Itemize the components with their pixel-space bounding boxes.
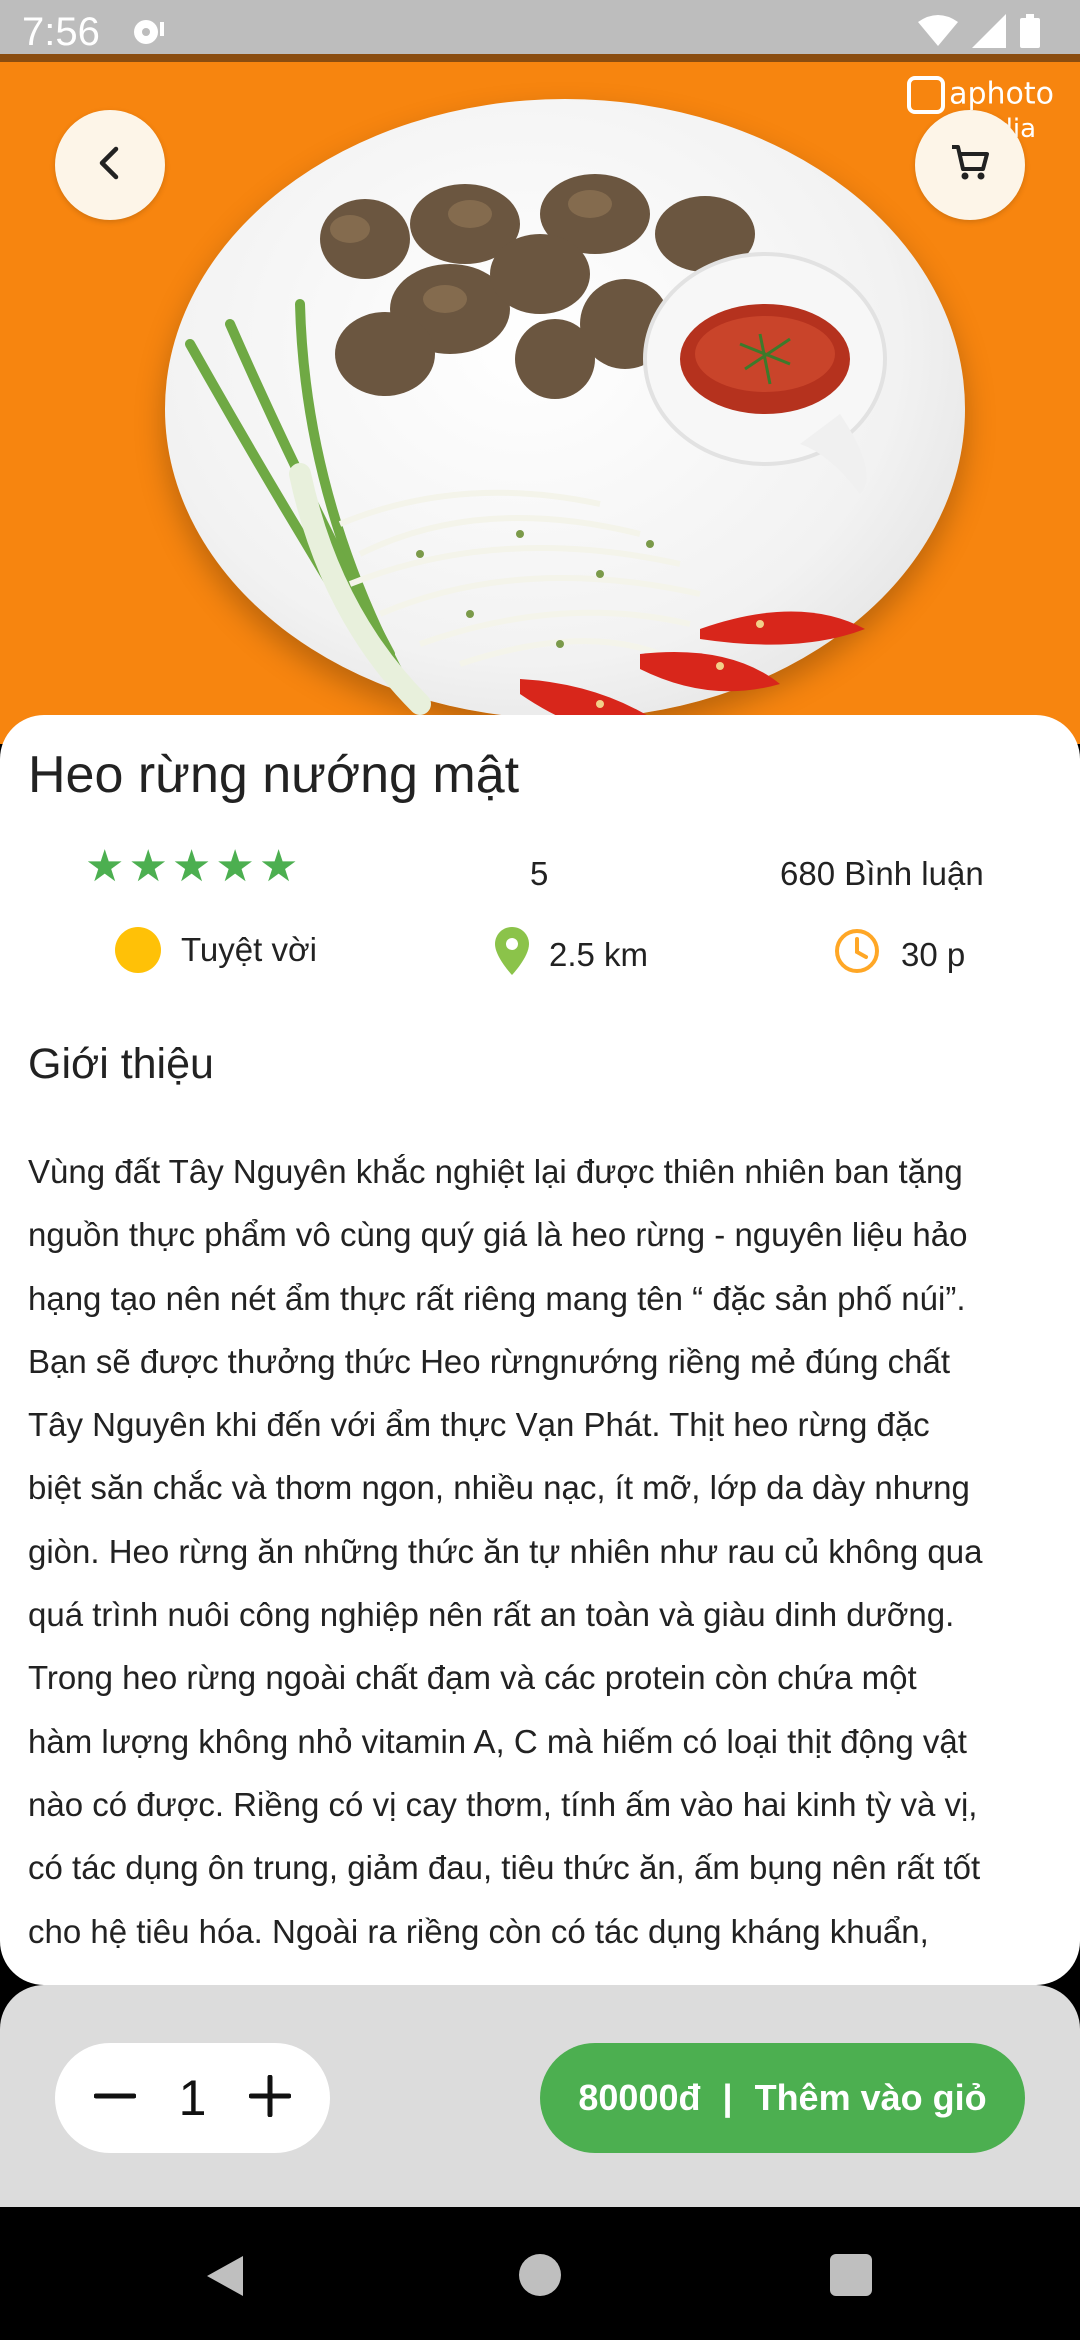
decrease-button[interactable] (85, 2068, 145, 2128)
description-line: cho hệ tiêu hóa. Ngoài ra riềng còn có t… (28, 1912, 929, 1950)
nav-back-icon[interactable] (205, 2254, 245, 2303)
description-line: nào có được. Riềng có vị cay thơm, tính … (28, 1785, 978, 1823)
star-icon: ★ (128, 842, 168, 891)
comments-count[interactable]: 680 Bình luận (780, 855, 984, 893)
chevron-left-icon (90, 143, 130, 188)
battery-icon (1020, 14, 1040, 53)
wifi-icon (918, 14, 958, 53)
quality-label: Tuyệt vời (181, 931, 317, 968)
increase-button[interactable] (240, 2068, 300, 2128)
time-info: 30 p (833, 927, 965, 983)
distance-label: 2.5 km (549, 936, 649, 973)
add-to-cart-label: Thêm vào giỏ (754, 2077, 987, 2118)
description-line: hàm lượng không nhỏ vitamin A, C mà hiếm… (28, 1722, 967, 1760)
sync-icon (130, 14, 166, 55)
rating-value: 5 (530, 855, 549, 892)
star-icon: ★ (215, 842, 255, 891)
intro-heading: Giới thiệu (28, 1040, 214, 1088)
description-line: Vùng đất Tây Nguyên khắc nghiệt lại được… (28, 1153, 963, 1190)
status-time: 7:56 (22, 10, 100, 54)
description-line: hạng tạo nên nét ẩm thực rất riêng mang … (28, 1279, 966, 1317)
status-icons (918, 14, 1040, 53)
quantity-value: 1 (178, 2070, 207, 2126)
distance-info: 2.5 km (495, 927, 648, 983)
nav-home-icon[interactable] (519, 2254, 561, 2296)
dish-detail-card: Heo rừng nướng mật ★ ★ ★ ★ ★ 5 680 Bình … (0, 715, 1080, 1985)
price-label: 80000đ (578, 2077, 701, 2118)
plus-icon (248, 2074, 292, 2122)
description-line: biệt săn chắc và thơm ngon, nhiều nạc, í… (28, 1469, 970, 1507)
system-nav-bar (0, 2207, 1080, 2340)
time-label: 30 p (901, 936, 966, 973)
back-button[interactable] (55, 110, 165, 220)
signal-icon (972, 14, 1006, 53)
quality-info: Tuyệt vời (115, 927, 317, 973)
location-pin-icon (495, 927, 529, 983)
description-line: Bạn sẽ được thưởng thức Heo rừngnướng ri… (28, 1342, 951, 1380)
price-separator: | (722, 2077, 733, 2118)
cart-button[interactable] (915, 110, 1025, 220)
minus-icon (93, 2075, 137, 2122)
description-line: giòn. Heo rừng ăn những thức ăn tự nhiên… (28, 1532, 983, 1570)
description-line: Trong heo rừng ngoài chất đạm và các pro… (28, 1659, 917, 1697)
description-line: nguồn thực phẩm vô cùng quý giá là heo r… (28, 1216, 968, 1254)
star-icon: ★ (258, 842, 299, 891)
nav-recents-icon[interactable] (830, 2254, 872, 2296)
dish-title: Heo rừng nướng mật (28, 746, 520, 804)
description-line: quá trình nuôi công nghiệp nên rất an to… (28, 1596, 955, 1634)
intro-description: Vùng đất Tây Nguyên khắc nghiệt lại được… (28, 1140, 1058, 1963)
clock-icon (833, 927, 881, 983)
star-icon: ★ (85, 842, 125, 891)
quality-dot-icon (115, 927, 161, 973)
quantity-stepper: 1 (55, 2043, 330, 2153)
star-icon: ★ (171, 842, 212, 891)
description-line: có tác dụng ôn trung, giảm đau, tiêu thứ… (28, 1849, 981, 1887)
camera-shutter-icon (907, 76, 946, 114)
cart-action-bar: 1 80000đ | Thêm vào giỏ (0, 1985, 1080, 2207)
shopping-cart-icon (949, 142, 991, 189)
description-line: Tây Nguyên khi đến với ẩm thực Vạn Phát.… (28, 1406, 930, 1444)
rating-stars: ★ ★ ★ ★ ★ (85, 845, 298, 889)
add-to-cart-button[interactable]: 80000đ | Thêm vào giỏ (540, 2043, 1025, 2153)
